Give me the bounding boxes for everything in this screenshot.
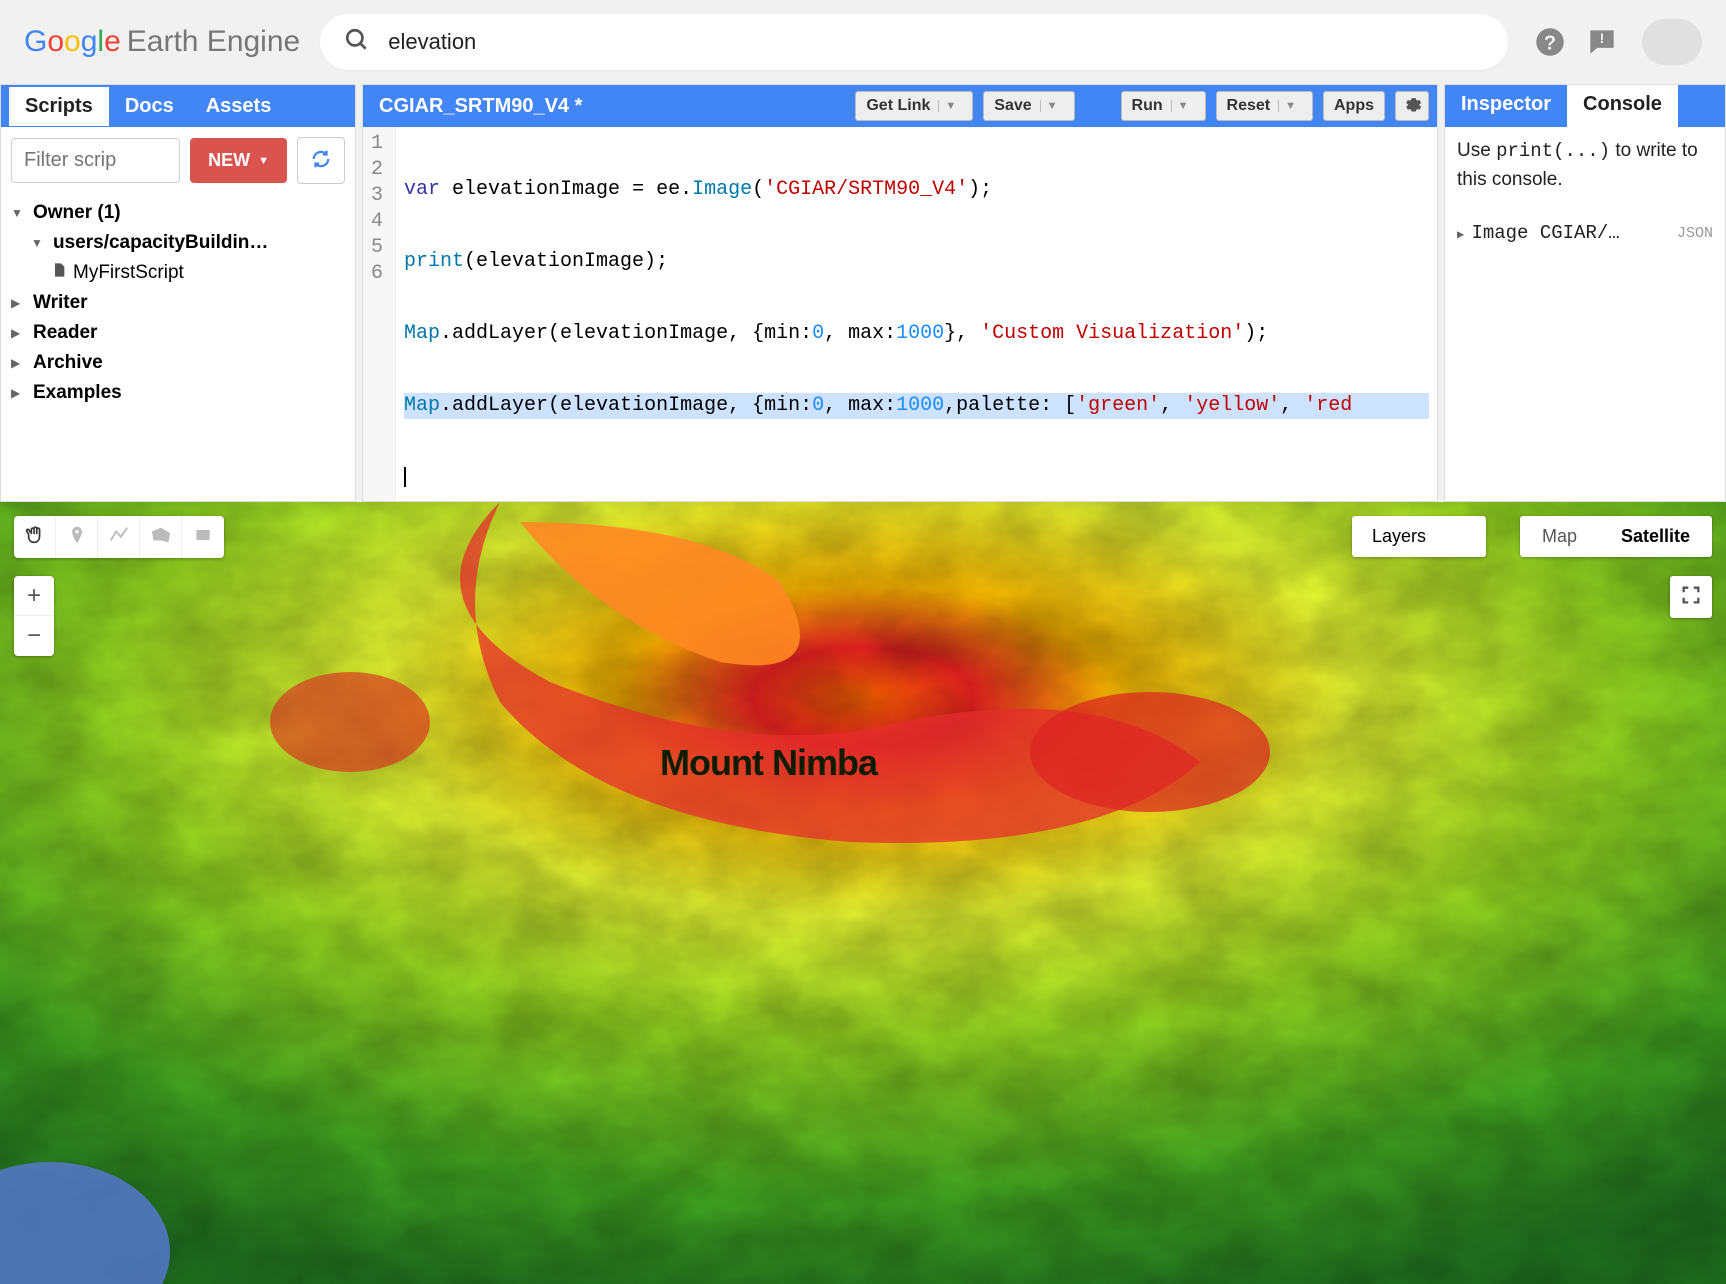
zoom-out-button[interactable]: −: [14, 616, 54, 656]
file-icon: [51, 262, 67, 284]
search-input[interactable]: [388, 29, 1484, 55]
layers-dropdown[interactable]: Layers: [1352, 516, 1486, 557]
fullscreen-icon: [1680, 584, 1702, 611]
feedback-icon[interactable]: !: [1580, 20, 1624, 64]
code-area[interactable]: var elevationImage = ee.Image('CGIAR/SRT…: [396, 127, 1437, 501]
shape-tool[interactable]: [140, 516, 182, 558]
script-tree: ▼Owner (1) ▼users/capacityBuildin… MyFir…: [1, 194, 355, 412]
gear-icon: [1402, 94, 1422, 119]
save-button[interactable]: Save▼: [983, 91, 1074, 121]
tab-scripts[interactable]: Scripts: [9, 87, 109, 126]
tree-archive[interactable]: ▶Archive: [11, 348, 345, 378]
search-box[interactable]: [320, 14, 1508, 70]
fullscreen-button[interactable]: [1670, 576, 1712, 618]
tab-assets[interactable]: Assets: [190, 87, 288, 126]
refresh-button[interactable]: [297, 137, 345, 184]
header-actions: ? !: [1528, 19, 1702, 65]
tab-console[interactable]: Console: [1567, 85, 1678, 127]
map-type-toggle: Map Satellite: [1520, 516, 1712, 557]
line-icon: [108, 524, 130, 551]
drawing-tools: [14, 516, 224, 558]
rectangle-tool[interactable]: [182, 516, 224, 558]
run-button[interactable]: Run▼: [1121, 91, 1206, 121]
code-editor[interactable]: 123456 var elevationImage = ee.Image('CG…: [363, 127, 1437, 501]
help-icon[interactable]: ?: [1528, 20, 1572, 64]
marker-icon: [67, 525, 87, 550]
account-button[interactable]: [1642, 19, 1702, 65]
tab-docs[interactable]: Docs: [109, 87, 190, 126]
get-link-button[interactable]: Get Link▼: [855, 91, 973, 121]
editor-panel: CGIAR_SRTM90_V4 * Get Link▼ Save▼ Run▼ R…: [362, 84, 1438, 502]
svg-text:!: !: [1600, 30, 1605, 46]
map-area[interactable]: Mount Nimba + − Layers Map Satellite: [0, 502, 1726, 1284]
line-gutter: 123456: [363, 127, 396, 501]
zoom-controls: + −: [14, 576, 54, 656]
point-tool[interactable]: [56, 516, 98, 558]
line-tool[interactable]: [98, 516, 140, 558]
tree-owner[interactable]: ▼Owner (1): [11, 198, 345, 228]
new-script-button[interactable]: NEW ▼: [190, 138, 287, 183]
tree-reader[interactable]: ▶Reader: [11, 318, 345, 348]
scripts-panel: Scripts Docs Assets NEW ▼ ▼Owner (1) ▼us…: [0, 84, 356, 502]
console-help-text: Use print(...) to write to this console.: [1457, 137, 1713, 194]
json-tag[interactable]: JSON: [1677, 225, 1713, 242]
pan-tool[interactable]: [14, 516, 56, 558]
console-output-row[interactable]: ▶ Image CGIAR/…: [1457, 222, 1620, 244]
apps-button[interactable]: Apps: [1323, 91, 1385, 121]
map-type-map[interactable]: Map: [1520, 516, 1599, 557]
console-panel: Inspector Console Use print(...) to writ…: [1444, 84, 1726, 502]
tree-writer[interactable]: ▶Writer: [11, 288, 345, 318]
reset-button[interactable]: Reset▼: [1216, 91, 1313, 121]
map-label-mount-nimba: Mount Nimba: [660, 742, 877, 784]
map-type-satellite[interactable]: Satellite: [1599, 516, 1712, 557]
tab-inspector[interactable]: Inspector: [1445, 85, 1567, 127]
script-title: CGIAR_SRTM90_V4 *: [371, 95, 582, 118]
zoom-in-button[interactable]: +: [14, 576, 54, 616]
tree-owner-folder[interactable]: ▼users/capacityBuildin…: [11, 228, 345, 258]
polygon-icon: [150, 524, 172, 551]
app-header: Google Earth Engine ? !: [0, 0, 1726, 84]
hand-icon: [24, 524, 46, 551]
search-icon: [344, 27, 370, 58]
rectangle-icon: [193, 525, 213, 550]
logo: Google Earth Engine: [24, 25, 300, 59]
svg-text:?: ?: [1544, 33, 1556, 55]
tree-script-file[interactable]: MyFirstScript: [11, 258, 345, 288]
settings-button[interactable]: [1395, 91, 1429, 121]
map-visualization: [0, 502, 1726, 1284]
filter-scripts-input[interactable]: [11, 138, 180, 183]
tree-examples[interactable]: ▶Examples: [11, 378, 345, 408]
